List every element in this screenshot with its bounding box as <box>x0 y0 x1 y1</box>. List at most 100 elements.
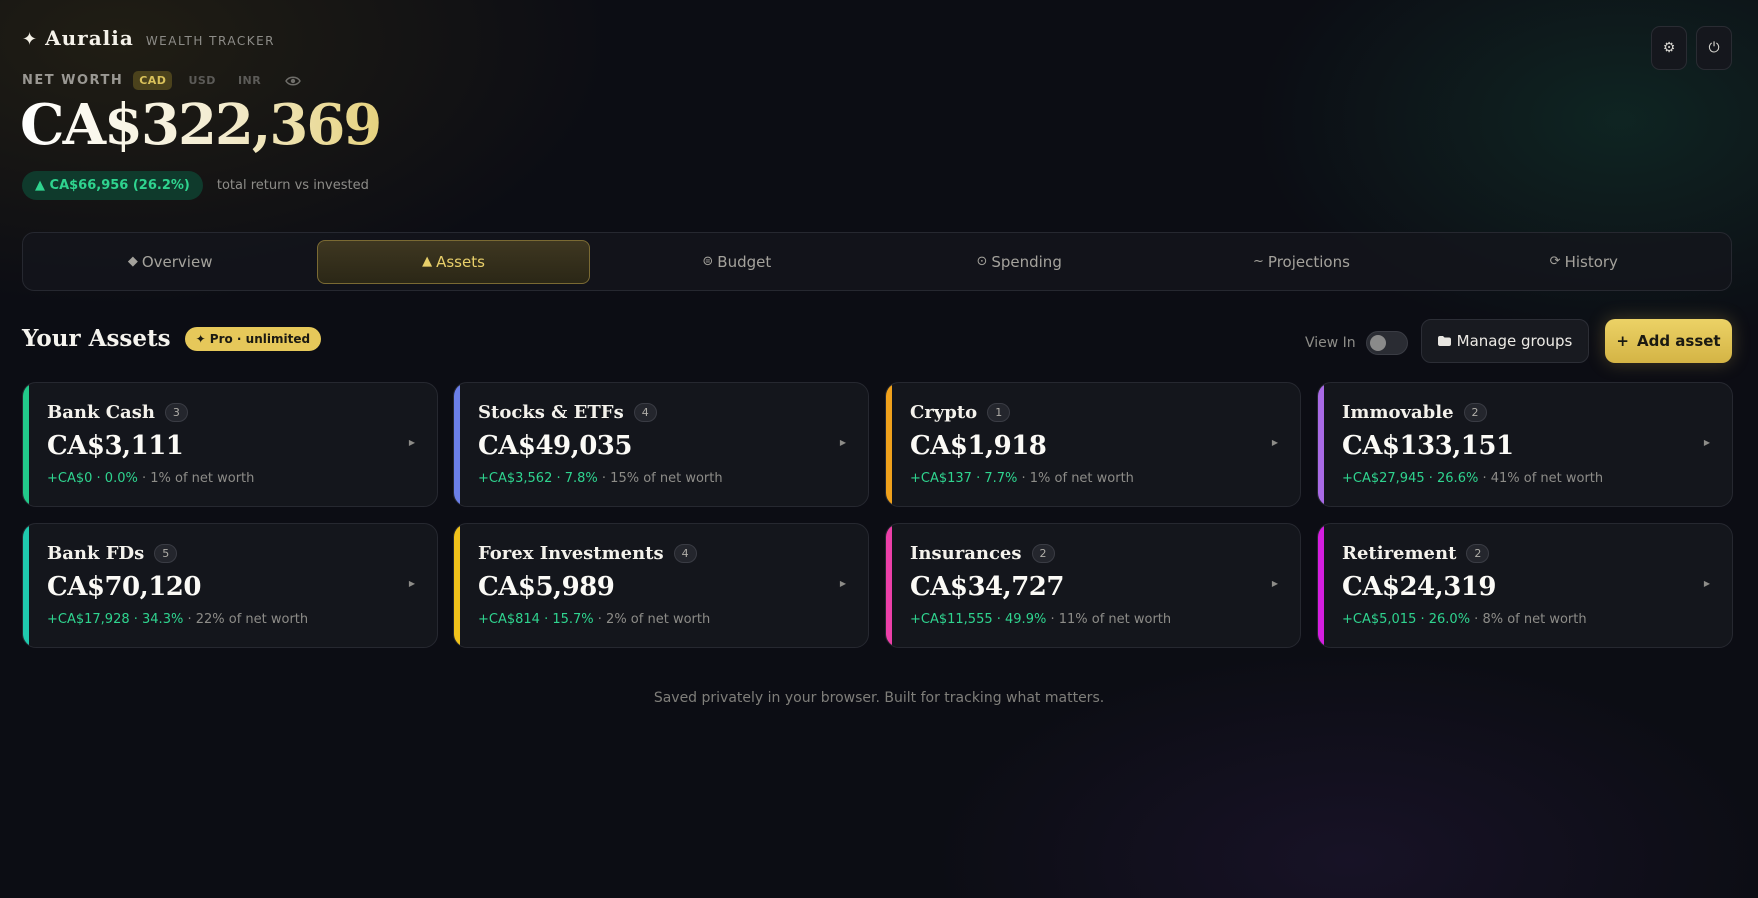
brand-name: Auralia <box>45 26 134 50</box>
manage-groups-label: Manage groups <box>1456 332 1573 350</box>
asset-card[interactable]: Immovable 2 CA$133,151 +CA$27,945 · 26.6… <box>1317 382 1733 507</box>
asset-value: CA$1,918 <box>910 431 1047 461</box>
asset-gain: +CA$11,555 · 49.9% <box>910 612 1047 627</box>
asset-color-bar <box>23 383 29 506</box>
brand-star-icon: ✦ <box>22 29 38 50</box>
asset-share: · 1% of net worth <box>137 471 255 486</box>
asset-count-badge: 2 <box>1466 544 1490 563</box>
asset-color-bar <box>1318 383 1324 506</box>
asset-share: · 2% of net worth <box>593 612 711 627</box>
tab-overview[interactable]: ◆ Overview <box>35 240 305 284</box>
view-in-toggle[interactable] <box>1365 331 1408 355</box>
refresh-icon: ⟳ <box>1549 254 1561 269</box>
asset-color-bar <box>1318 524 1324 647</box>
chevron-right-icon[interactable]: ▶ <box>840 438 846 447</box>
tab-budget[interactable]: ⊜ Budget <box>602 240 872 284</box>
triangle-icon: ▲ <box>422 254 433 269</box>
add-asset-label: Add asset <box>1636 332 1721 350</box>
asset-color-bar <box>23 524 29 647</box>
chevron-right-icon[interactable]: ▶ <box>409 579 415 588</box>
clock-icon: ⊙ <box>976 254 988 269</box>
folder-icon <box>1437 336 1451 346</box>
assets-section-header: Your Assets ✦ Pro · unlimited <box>22 325 322 352</box>
tab-history[interactable]: ⟳ History <box>1449 240 1719 284</box>
asset-value: CA$133,151 <box>1342 431 1514 461</box>
tab-spending[interactable]: ⊙ Spending <box>884 240 1154 284</box>
asset-share: · 8% of net worth <box>1470 612 1587 627</box>
asset-card[interactable]: Stocks & ETFs 4 CA$49,035 +CA$3,562 · 7.… <box>453 382 869 507</box>
asset-gain: +CA$3,562 · 7.8% <box>478 471 598 486</box>
asset-count-badge: 5 <box>154 544 178 563</box>
asset-count-badge: 4 <box>673 544 697 563</box>
networth-gain-note: total return vs invested <box>216 178 369 193</box>
brand-tagline: WEALTH TRACKER <box>145 34 276 48</box>
view-in-label: View In <box>1305 335 1356 351</box>
asset-meta: +CA$5,015 · 26.0% · 8% of net worth <box>1342 612 1587 627</box>
tab-projections[interactable]: ~ Projections <box>1166 240 1436 284</box>
pro-badge: ✦ Pro · unlimited <box>184 326 322 351</box>
asset-card-head: Stocks & ETFs 4 <box>478 402 657 423</box>
asset-share: · 11% of net worth <box>1046 612 1172 627</box>
asset-name: Stocks & ETFs <box>478 402 624 423</box>
wave-icon: ~ <box>1253 254 1264 269</box>
asset-value: CA$49,035 <box>478 431 632 461</box>
currency-usd[interactable]: USD <box>182 71 222 90</box>
chevron-right-icon[interactable]: ▶ <box>840 579 846 588</box>
asset-count-badge: 2 <box>1463 403 1487 422</box>
asset-card-head: Retirement 2 <box>1342 543 1490 564</box>
asset-name: Immovable <box>1342 402 1454 423</box>
tab-label: Assets <box>436 252 485 271</box>
tab-label: Budget <box>717 252 772 271</box>
asset-card-head: Immovable 2 <box>1342 402 1487 423</box>
asset-color-bar <box>886 383 892 506</box>
asset-value: CA$5,989 <box>478 572 615 602</box>
currency-inr[interactable]: INR <box>232 71 267 90</box>
asset-card[interactable]: Bank Cash 3 CA$3,111 +CA$0 · 0.0% · 1% o… <box>22 382 438 507</box>
asset-color-bar <box>886 524 892 647</box>
asset-share: · 41% of net worth <box>1478 471 1604 486</box>
asset-card[interactable]: Retirement 2 CA$24,319 +CA$5,015 · 26.0%… <box>1317 523 1733 648</box>
asset-color-bar <box>454 524 460 647</box>
asset-count-badge: 4 <box>633 403 657 422</box>
eye-icon[interactable] <box>285 75 302 87</box>
chevron-right-icon[interactable]: ▶ <box>409 438 415 447</box>
currency-cad[interactable]: CAD <box>133 71 173 90</box>
asset-card[interactable]: Bank FDs 5 CA$70,120 +CA$17,928 · 34.3% … <box>22 523 438 648</box>
settings-button[interactable]: ⚙ <box>1651 26 1687 70</box>
asset-value: CA$34,727 <box>910 572 1064 602</box>
brand: ✦ Auralia WEALTH TRACKER <box>22 26 275 50</box>
section-title: Your Assets <box>22 325 171 352</box>
chevron-right-icon[interactable]: ▶ <box>1272 438 1278 447</box>
tab-label: Projections <box>1267 252 1350 271</box>
main-tabs: ◆ Overview ▲ Assets ⊜ Budget ⊙ Spending … <box>22 232 1732 291</box>
asset-count-badge: 1 <box>987 403 1011 422</box>
toggle-knob <box>1369 335 1386 351</box>
asset-share: · 22% of net worth <box>183 612 309 627</box>
chevron-right-icon[interactable]: ▶ <box>1704 438 1710 447</box>
asset-name: Crypto <box>910 402 978 423</box>
asset-color-bar <box>454 383 460 506</box>
asset-meta: +CA$27,945 · 26.6% · 41% of net worth <box>1342 471 1603 486</box>
tab-assets[interactable]: ▲ Assets <box>317 239 590 284</box>
asset-card[interactable]: Forex Investments 4 CA$5,989 +CA$814 · 1… <box>453 523 869 648</box>
asset-meta: +CA$11,555 · 49.9% · 11% of net worth <box>910 612 1171 627</box>
asset-card-head: Forex Investments 4 <box>478 543 697 564</box>
networth-gain-row: ▲ CA$66,956 (26.2%) total return vs inve… <box>22 171 369 200</box>
networth-gain-badge: ▲ CA$66,956 (26.2%) <box>22 171 203 200</box>
asset-gain: +CA$17,928 · 34.3% <box>47 612 184 627</box>
asset-gain: +CA$27,945 · 26.6% <box>1342 471 1479 486</box>
asset-card-head: Insurances 2 <box>910 543 1055 564</box>
logout-button[interactable]: ⏻ <box>1696 26 1732 70</box>
asset-card[interactable]: Crypto 1 CA$1,918 +CA$137 · 7.7% · 1% of… <box>885 382 1301 507</box>
asset-meta: +CA$137 · 7.7% · 1% of net worth <box>910 471 1134 486</box>
asset-card[interactable]: Insurances 2 CA$34,727 +CA$11,555 · 49.9… <box>885 523 1301 648</box>
add-asset-button[interactable]: + Add asset <box>1605 319 1732 363</box>
power-icon: ⏻ <box>1708 40 1720 56</box>
asset-gain: +CA$814 · 15.7% <box>478 612 594 627</box>
chevron-right-icon[interactable]: ▶ <box>1704 579 1710 588</box>
asset-name: Bank Cash <box>47 402 155 423</box>
manage-groups-button[interactable]: Manage groups <box>1421 319 1589 363</box>
chevron-right-icon[interactable]: ▶ <box>1272 579 1278 588</box>
plus-icon: + <box>1616 332 1629 350</box>
asset-name: Bank FDs <box>47 543 145 564</box>
